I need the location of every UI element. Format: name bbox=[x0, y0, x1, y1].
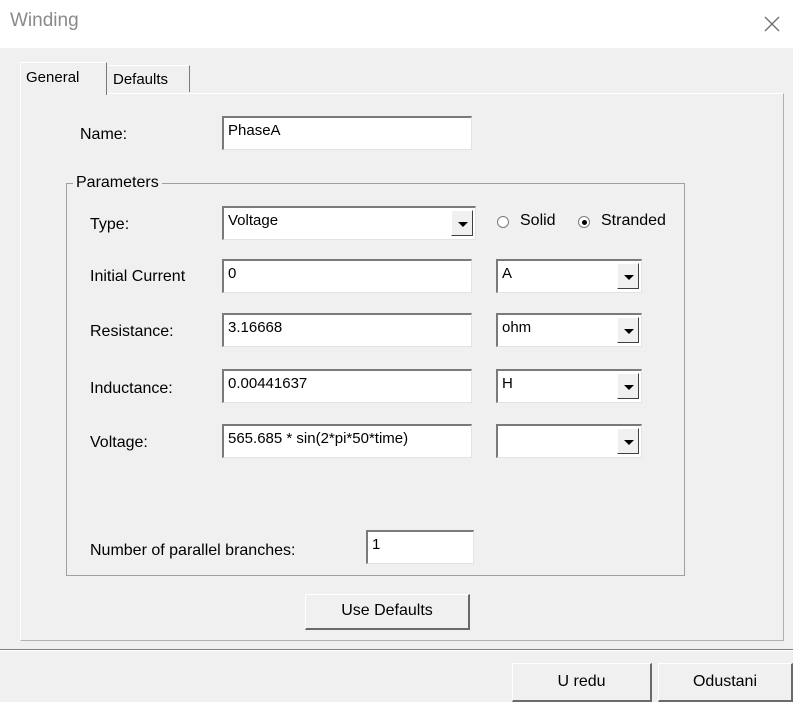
name-input[interactable]: PhaseA bbox=[222, 116, 472, 150]
window-title: Winding bbox=[10, 10, 79, 31]
name-label: Name: bbox=[80, 126, 128, 143]
separator-highlight bbox=[0, 650, 793, 651]
tab-defaults[interactable]: Defaults bbox=[108, 65, 190, 92]
resistance-unit-dropdown[interactable] bbox=[617, 317, 639, 343]
radio-selected-dot bbox=[582, 220, 587, 225]
parallel-branches-input[interactable]: 1 bbox=[366, 530, 474, 564]
resistance-label: Resistance: bbox=[90, 323, 174, 340]
inductance-unit-value: H bbox=[502, 375, 513, 392]
voltage-unit-select[interactable] bbox=[496, 424, 642, 458]
type-select-value: Voltage bbox=[228, 212, 279, 229]
title-bar: Winding bbox=[0, 0, 793, 48]
inductance-unit-select[interactable]: H bbox=[496, 369, 642, 403]
inductance-unit-dropdown[interactable] bbox=[617, 373, 639, 399]
type-dropdown-button[interactable] bbox=[451, 210, 473, 236]
initial-current-input[interactable]: 0 bbox=[222, 259, 472, 293]
ok-button[interactable]: U redu bbox=[512, 663, 652, 702]
initial-current-unit-select[interactable]: A bbox=[496, 259, 642, 293]
initial-current-unit-dropdown[interactable] bbox=[617, 263, 639, 289]
voltage-input[interactable]: 565.685 * sin(2*pi*50*time) bbox=[222, 424, 472, 458]
initial-current-label: Initial Current bbox=[90, 268, 186, 285]
chevron-down-icon bbox=[624, 275, 634, 280]
chevron-down-icon bbox=[458, 222, 468, 227]
resistance-input[interactable]: 3.16668 bbox=[222, 313, 472, 347]
voltage-label: Voltage: bbox=[90, 434, 148, 451]
use-defaults-button[interactable]: Use Defaults bbox=[305, 594, 470, 630]
chevron-down-icon bbox=[624, 329, 634, 334]
tab-general[interactable]: General bbox=[20, 62, 107, 95]
resistance-unit-select[interactable]: ohm bbox=[496, 313, 642, 347]
parameters-group-label: Parameters bbox=[73, 174, 162, 192]
inductance-label: Inductance: bbox=[90, 380, 173, 397]
radio-stranded[interactable] bbox=[578, 216, 590, 228]
resistance-unit-value: ohm bbox=[502, 319, 532, 336]
radio-solid[interactable] bbox=[497, 216, 509, 228]
voltage-unit-dropdown[interactable] bbox=[617, 428, 639, 454]
cancel-button[interactable]: Odustani bbox=[658, 663, 793, 702]
type-select[interactable]: Voltage bbox=[222, 206, 476, 240]
chevron-down-icon bbox=[624, 440, 634, 445]
parallel-branches-label: Number of parallel branches: bbox=[90, 542, 296, 559]
initial-current-unit-value: A bbox=[502, 265, 513, 282]
radio-solid-label[interactable]: Solid bbox=[520, 212, 556, 230]
close-icon[interactable] bbox=[760, 12, 784, 36]
type-label: Type: bbox=[90, 216, 130, 233]
radio-stranded-label[interactable]: Stranded bbox=[601, 212, 666, 230]
inductance-input[interactable]: 0.00441637 bbox=[222, 369, 472, 403]
chevron-down-icon bbox=[624, 385, 634, 390]
